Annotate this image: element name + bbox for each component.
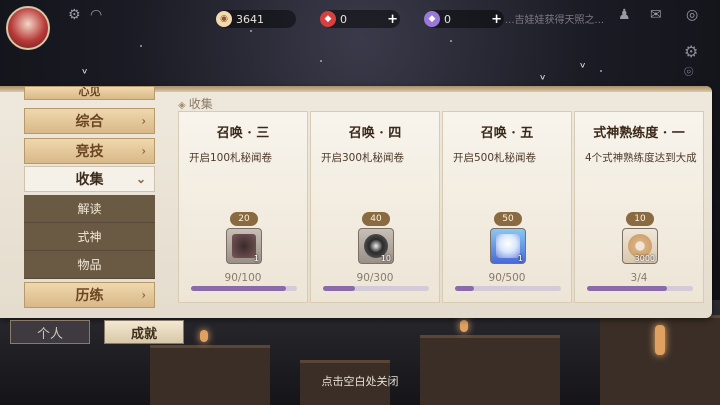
reward-item[interactable]: 10 (358, 228, 394, 264)
reward-quantity: 1 (253, 254, 259, 263)
mail-icon[interactable]: ✉ (650, 7, 662, 23)
chevron-right-icon: › (141, 114, 146, 128)
top-bar: ⚙ ◠ ◉ 3641 ◆ 0 + ◆ 0 + ...吉娃娃获得天照之... ♟ … (0, 0, 720, 50)
sidebar-item-competitive[interactable]: 竞技 › (24, 138, 155, 164)
card-description: 4个式神熟练度达到大成 (585, 152, 697, 164)
settings-side-icon[interactable]: ⚙ (684, 42, 698, 61)
sidebar-item-label: 历练 (75, 288, 104, 304)
star (450, 40, 452, 42)
section-title-text: 收集 (188, 97, 213, 111)
star (600, 70, 602, 72)
card-title: 式神熟练度 · 一 (593, 126, 685, 141)
currency-purple[interactable]: ◆ 0 + (424, 10, 504, 28)
progress-bar (323, 286, 429, 291)
purple-gem-icon: ◆ (424, 11, 440, 27)
currency-red-value: 0 (340, 12, 347, 26)
sidebar-subitem-shikigami[interactable]: 式神 (24, 223, 155, 251)
gear-icon[interactable]: ⚙ (68, 7, 81, 23)
card-title: 召唤 · 四 (348, 126, 402, 141)
currency-gold-value: 3641 (236, 12, 264, 26)
progress-text: 90/500 (488, 272, 526, 284)
reward-item[interactable]: 1 (226, 228, 262, 264)
achievement-card[interactable]: 召唤 · 四 开启300札秘闻卷 40 10 90/300 (310, 111, 440, 303)
sidebar-subitem-label: 物品 (77, 258, 102, 272)
category-sidebar: 心见 综合 › 竞技 › 收集 ⌄ 解读 式神 物品 历练 › (22, 86, 157, 310)
card-title: 召唤 · 五 (480, 126, 534, 141)
achievement-card[interactable]: 召唤 · 三 开启100札秘闻卷 20 1 90/100 (178, 111, 308, 303)
reward-points-badge: 50 (494, 212, 522, 226)
red-gem-icon: ◆ (320, 11, 336, 27)
sidebar-item-label: 综合 (75, 114, 104, 130)
progress-bar (587, 286, 693, 291)
reward-points-badge: 40 (362, 212, 390, 226)
chevron-down-icon: ⌄ (135, 172, 146, 186)
wifi-icon: ◠ (90, 7, 103, 23)
star (140, 45, 142, 47)
sidebar-item-general[interactable]: 综合 › (24, 108, 155, 134)
reward-quantity: 3000 (634, 254, 655, 263)
sidebar-item-label: 竞技 (75, 144, 104, 160)
sidebar-subitem-label: 解读 (77, 202, 102, 216)
reward-points-badge: 10 (626, 212, 654, 226)
card-description: 开启300札秘闻卷 (321, 152, 405, 164)
reward-quantity: 1 (517, 254, 523, 263)
sidebar-item-experience[interactable]: 历练 › (24, 282, 155, 308)
sidebar-subitem-interpretation[interactable]: 解读 (24, 195, 155, 223)
bird-decoration: ᵛ (82, 66, 88, 82)
sidebar-subitem-label: 式神 (77, 230, 102, 244)
tab-personal[interactable]: 个人 (10, 320, 90, 344)
progress-text: 90/100 (224, 272, 262, 284)
add-purple-button[interactable]: + (491, 12, 502, 27)
achievement-card[interactable]: 召唤 · 五 开启500札秘闻卷 50 1 90/500 (442, 111, 572, 303)
progress-fill (191, 286, 287, 291)
coin-icon: ◉ (216, 11, 232, 27)
reward-item[interactable]: 1 (490, 228, 526, 264)
progress-fill (455, 286, 475, 291)
star (320, 60, 322, 62)
camera-icon[interactable]: ⌾ (684, 62, 694, 82)
card-description: 开启100札秘闻卷 (189, 152, 273, 164)
currency-red[interactable]: ◆ 0 + (320, 10, 400, 28)
progress-text: 3/4 (630, 272, 648, 284)
broadcast-marquee: ...吉娃娃获得天照之... (505, 15, 605, 26)
currency-gold[interactable]: ◉ 3641 (216, 10, 296, 28)
chevron-right-icon: › (141, 144, 146, 158)
sidebar-item-label: 收集 (75, 172, 104, 188)
progress-bar (455, 286, 561, 291)
diamond-icon: ◈ (178, 100, 186, 111)
progress-bar (191, 286, 297, 291)
progress-text: 90/300 (356, 272, 394, 284)
friends-icon[interactable]: ♟ (618, 7, 631, 23)
reward-points-badge: 20 (230, 212, 258, 226)
chat-icon[interactable]: ◎ (686, 7, 698, 23)
reward-quantity: 10 (380, 254, 391, 263)
shikigami-portrait-icon (232, 234, 256, 258)
player-avatar[interactable] (6, 6, 50, 50)
bird-decoration: ᵛ (580, 60, 586, 76)
reward-item[interactable]: 3000 (622, 228, 658, 264)
sidebar-item-label: 心见 (78, 86, 101, 98)
tab-achievement[interactable]: 成就 (104, 320, 184, 344)
progress-fill (587, 286, 667, 291)
shikigami-portrait-icon (496, 234, 520, 258)
currency-purple-value: 0 (444, 12, 451, 26)
close-hint[interactable]: 点击空白处关闭 (0, 373, 720, 389)
achievement-card[interactable]: 式神熟练度 · 一 4个式神熟练度达到大成 10 3000 3/4 (574, 111, 704, 303)
card-title: 召唤 · 三 (216, 126, 270, 141)
sidebar-item-collection[interactable]: 收集 ⌄ (24, 166, 155, 192)
sidebar-subitem-items[interactable]: 物品 (24, 251, 155, 279)
chevron-right-icon: › (141, 288, 146, 302)
card-description: 开启500札秘闻卷 (453, 152, 537, 164)
sidebar-item-partial[interactable]: 心见 (24, 86, 155, 100)
section-title: ◈ 收集 (178, 95, 213, 112)
progress-fill (323, 286, 355, 291)
add-red-button[interactable]: + (387, 12, 398, 27)
